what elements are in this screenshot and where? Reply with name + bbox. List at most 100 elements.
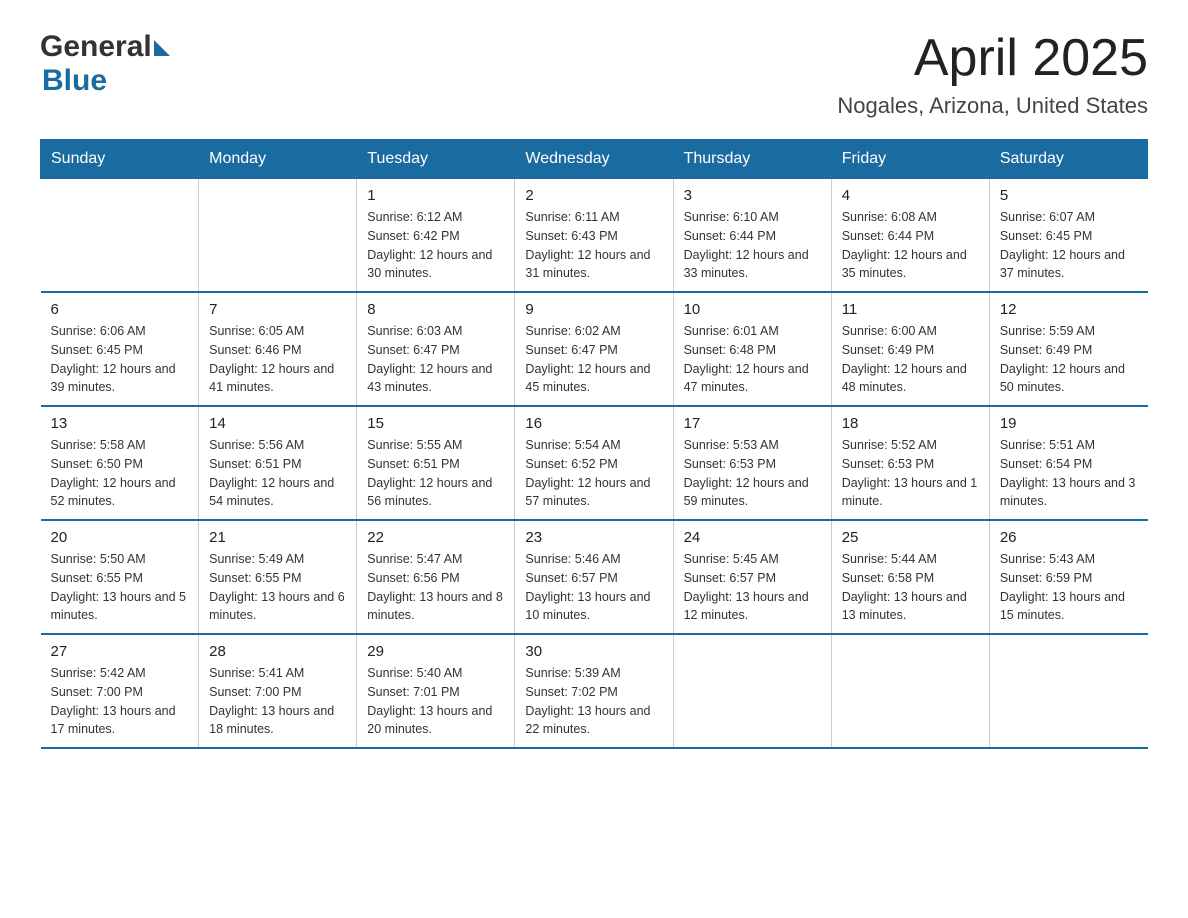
calendar-cell: 5 Sunrise: 6:07 AM Sunset: 6:45 PM Daylig… — [989, 179, 1147, 293]
calendar-cell: 9Sunrise: 6:02 AM Sunset: 6:47 PM Daylig… — [515, 292, 673, 406]
calendar-week-row: 20 Sunrise: 5:50 AM Sunset: 6:55 PM Dayli… — [41, 520, 1148, 634]
page-title: April 2025 — [837, 30, 1148, 87]
day-info: Sunrise: 5:46 AM Sunset: 6:57 PM Dayligh… — [525, 550, 662, 625]
day-info: Sunrise: 5:59 AM Sunset: 6:49 PM Dayligh… — [1000, 322, 1138, 397]
day-number: 19 — [1000, 415, 1138, 432]
day-number: 25 — [842, 529, 979, 546]
header-monday: Monday — [199, 140, 357, 179]
day-info: Sunrise: 5:55 AM Sunset: 6:51 PM Dayligh… — [367, 436, 504, 511]
calendar-cell: 10Sunrise: 6:01 AM Sunset: 6:48 PM Dayli… — [673, 292, 831, 406]
day-info: Sunrise: 5:56 AM Sunset: 6:51 PM Dayligh… — [209, 436, 346, 511]
calendar-cell: 13 Sunrise: 5:58 AM Sunset: 6:50 PM Dayli… — [41, 406, 199, 520]
calendar-cell: 1 Sunrise: 6:12 AM Sunset: 6:42 PM Daylig… — [357, 179, 515, 293]
day-number: 21 — [209, 529, 346, 546]
calendar-cell: 25 Sunrise: 5:44 AM Sunset: 6:58 PM Dayli… — [831, 520, 989, 634]
day-info: Sunrise: 5:51 AM Sunset: 6:54 PM Dayligh… — [1000, 436, 1138, 511]
day-info: Sunrise: 5:58 AM Sunset: 6:50 PM Dayligh… — [51, 436, 189, 511]
logo-chevron-icon — [154, 40, 170, 56]
calendar-week-row: 27 Sunrise: 5:42 AM Sunset: 7:00 PM Dayli… — [41, 634, 1148, 748]
day-number: 16 — [525, 415, 662, 432]
day-info: Sunrise: 5:45 AM Sunset: 6:57 PM Dayligh… — [684, 550, 821, 625]
calendar-cell: 12 Sunrise: 5:59 AM Sunset: 6:49 PM Dayli… — [989, 292, 1147, 406]
calendar-cell: 8 Sunrise: 6:03 AM Sunset: 6:47 PM Daylig… — [357, 292, 515, 406]
logo-blue-text: Blue — [42, 64, 107, 98]
day-number: 7 — [209, 301, 346, 318]
calendar-cell — [989, 634, 1147, 748]
calendar-cell: 14 Sunrise: 5:56 AM Sunset: 6:51 PM Dayli… — [199, 406, 357, 520]
calendar-cell: 17 Sunrise: 5:53 AM Sunset: 6:53 PM Dayli… — [673, 406, 831, 520]
day-info: Sunrise: 5:52 AM Sunset: 6:53 PM Dayligh… — [842, 436, 979, 511]
day-info: Sunrise: 6:02 AM Sunset: 6:47 PM Dayligh… — [525, 322, 662, 397]
day-number: 22 — [367, 529, 504, 546]
calendar-cell: 30 Sunrise: 5:39 AM Sunset: 7:02 PM Dayli… — [515, 634, 673, 748]
day-info: Sunrise: 5:43 AM Sunset: 6:59 PM Dayligh… — [1000, 550, 1138, 625]
calendar-cell: 4Sunrise: 6:08 AM Sunset: 6:44 PM Daylig… — [831, 179, 989, 293]
calendar-cell: 23 Sunrise: 5:46 AM Sunset: 6:57 PM Dayli… — [515, 520, 673, 634]
day-info: Sunrise: 6:01 AM Sunset: 6:48 PM Dayligh… — [684, 322, 821, 397]
calendar-cell — [831, 634, 989, 748]
calendar-cell: 18Sunrise: 5:52 AM Sunset: 6:53 PM Dayli… — [831, 406, 989, 520]
calendar-cell: 22 Sunrise: 5:47 AM Sunset: 6:56 PM Dayli… — [357, 520, 515, 634]
day-number: 3 — [684, 187, 821, 204]
day-info: Sunrise: 5:53 AM Sunset: 6:53 PM Dayligh… — [684, 436, 821, 511]
page-header: General Blue April 2025 Nogales, Arizona… — [40, 30, 1148, 119]
day-number: 24 — [684, 529, 821, 546]
calendar-cell — [673, 634, 831, 748]
calendar-cell: 2 Sunrise: 6:11 AM Sunset: 6:43 PM Daylig… — [515, 179, 673, 293]
day-info: Sunrise: 5:47 AM Sunset: 6:56 PM Dayligh… — [367, 550, 504, 625]
calendar-cell: 26 Sunrise: 5:43 AM Sunset: 6:59 PM Dayli… — [989, 520, 1147, 634]
day-info: Sunrise: 5:42 AM Sunset: 7:00 PM Dayligh… — [51, 664, 189, 739]
header-friday: Friday — [831, 140, 989, 179]
day-number: 26 — [1000, 529, 1138, 546]
day-number: 8 — [367, 301, 504, 318]
calendar-cell: 16 Sunrise: 5:54 AM Sunset: 6:52 PM Dayli… — [515, 406, 673, 520]
day-info: Sunrise: 5:39 AM Sunset: 7:02 PM Dayligh… — [525, 664, 662, 739]
day-number: 17 — [684, 415, 821, 432]
day-number: 1 — [367, 187, 504, 204]
calendar-cell: 15 Sunrise: 5:55 AM Sunset: 6:51 PM Dayli… — [357, 406, 515, 520]
day-info: Sunrise: 5:40 AM Sunset: 7:01 PM Dayligh… — [367, 664, 504, 739]
day-info: Sunrise: 6:11 AM Sunset: 6:43 PM Dayligh… — [525, 208, 662, 283]
day-info: Sunrise: 6:12 AM Sunset: 6:42 PM Dayligh… — [367, 208, 504, 283]
logo: General Blue — [40, 30, 170, 98]
page-subtitle: Nogales, Arizona, United States — [837, 93, 1148, 119]
day-number: 20 — [51, 529, 189, 546]
calendar-cell — [41, 179, 199, 293]
calendar-cell: 28 Sunrise: 5:41 AM Sunset: 7:00 PM Dayli… — [199, 634, 357, 748]
day-info: Sunrise: 6:00 AM Sunset: 6:49 PM Dayligh… — [842, 322, 979, 397]
day-info: Sunrise: 6:03 AM Sunset: 6:47 PM Dayligh… — [367, 322, 504, 397]
day-number: 14 — [209, 415, 346, 432]
calendar-header-row: SundayMondayTuesdayWednesdayThursdayFrid… — [41, 140, 1148, 179]
day-info: Sunrise: 5:54 AM Sunset: 6:52 PM Dayligh… — [525, 436, 662, 511]
day-number: 23 — [525, 529, 662, 546]
day-number: 13 — [51, 415, 189, 432]
header-tuesday: Tuesday — [357, 140, 515, 179]
calendar-cell: 20 Sunrise: 5:50 AM Sunset: 6:55 PM Dayli… — [41, 520, 199, 634]
day-number: 30 — [525, 643, 662, 660]
calendar-cell: 21Sunrise: 5:49 AM Sunset: 6:55 PM Dayli… — [199, 520, 357, 634]
calendar-cell: 19 Sunrise: 5:51 AM Sunset: 6:54 PM Dayli… — [989, 406, 1147, 520]
calendar-cell — [199, 179, 357, 293]
day-number: 29 — [367, 643, 504, 660]
day-number: 2 — [525, 187, 662, 204]
logo-general-text: General — [40, 30, 152, 64]
day-number: 15 — [367, 415, 504, 432]
day-info: Sunrise: 6:06 AM Sunset: 6:45 PM Dayligh… — [51, 322, 189, 397]
day-info: Sunrise: 6:07 AM Sunset: 6:45 PM Dayligh… — [1000, 208, 1138, 283]
calendar-cell: 6Sunrise: 6:06 AM Sunset: 6:45 PM Daylig… — [41, 292, 199, 406]
header-wednesday: Wednesday — [515, 140, 673, 179]
calendar-cell: 27 Sunrise: 5:42 AM Sunset: 7:00 PM Dayli… — [41, 634, 199, 748]
calendar-table: SundayMondayTuesdayWednesdayThursdayFrid… — [40, 139, 1148, 749]
calendar-cell: 7 Sunrise: 6:05 AM Sunset: 6:46 PM Daylig… — [199, 292, 357, 406]
day-number: 27 — [51, 643, 189, 660]
day-number: 28 — [209, 643, 346, 660]
day-number: 12 — [1000, 301, 1138, 318]
day-info: Sunrise: 6:10 AM Sunset: 6:44 PM Dayligh… — [684, 208, 821, 283]
day-number: 5 — [1000, 187, 1138, 204]
day-info: Sunrise: 5:50 AM Sunset: 6:55 PM Dayligh… — [51, 550, 189, 625]
day-info: Sunrise: 5:41 AM Sunset: 7:00 PM Dayligh… — [209, 664, 346, 739]
day-info: Sunrise: 5:44 AM Sunset: 6:58 PM Dayligh… — [842, 550, 979, 625]
day-info: Sunrise: 6:05 AM Sunset: 6:46 PM Dayligh… — [209, 322, 346, 397]
calendar-week-row: 13 Sunrise: 5:58 AM Sunset: 6:50 PM Dayli… — [41, 406, 1148, 520]
title-block: April 2025 Nogales, Arizona, United Stat… — [837, 30, 1148, 119]
